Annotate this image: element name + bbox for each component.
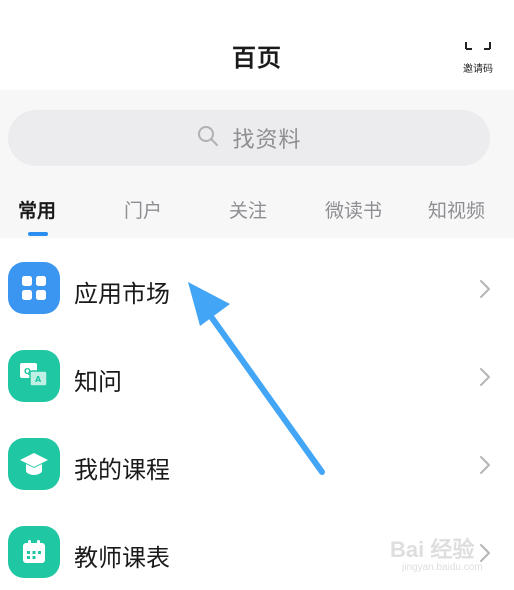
list-item-label: 知问 xyxy=(74,368,122,396)
svg-text:A: A xyxy=(35,375,42,384)
list-item-zhiwen[interactable]: Q A 知问 xyxy=(0,332,514,420)
watermark-url: jingyan.baidu.com xyxy=(402,562,483,573)
calendar-icon xyxy=(8,526,60,578)
list-item-app-market[interactable]: 应用市场 xyxy=(0,244,514,332)
search-icon xyxy=(196,124,220,152)
search-bar[interactable]: 找资料 xyxy=(8,110,490,166)
tab-following[interactable]: 关注 xyxy=(229,196,267,223)
tab-common[interactable]: 常用 xyxy=(18,196,56,223)
watermark-text: Bai 经验 xyxy=(390,537,475,562)
invite-code-button[interactable]: 邀请码 xyxy=(456,40,500,76)
graduation-cap-icon xyxy=(8,438,60,490)
tab-bar: 常用 门户 关注 微读书 知视频 xyxy=(0,190,514,238)
svg-text:Q: Q xyxy=(24,367,31,376)
scan-frame-icon xyxy=(465,42,491,50)
tab-weidushu[interactable]: 微读书 xyxy=(325,196,382,223)
search-placeholder: 找资料 xyxy=(232,128,302,153)
tab-video[interactable]: 知视频 xyxy=(428,196,485,223)
top-bar: 百页 邀请码 xyxy=(0,0,514,90)
list-item-my-courses[interactable]: 我的课程 xyxy=(0,420,514,508)
active-tab-indicator xyxy=(28,232,48,236)
baidu-jingyan-watermark: Bai 经验 jingyan.baidu.com xyxy=(390,528,508,578)
list-item-label: 应用市场 xyxy=(74,280,170,308)
chevron-right-icon xyxy=(480,368,490,386)
tab-portal[interactable]: 门户 xyxy=(124,196,162,223)
grid-apps-icon xyxy=(8,262,60,314)
chevron-right-icon xyxy=(480,456,490,474)
page-title: 百页 xyxy=(232,44,282,72)
chevron-right-icon xyxy=(480,280,490,298)
invite-code-label: 邀请码 xyxy=(463,64,493,75)
qa-icon: Q A xyxy=(8,350,60,402)
list-item-label: 教师课表 xyxy=(74,544,170,572)
list-item-label: 我的课程 xyxy=(74,456,170,484)
